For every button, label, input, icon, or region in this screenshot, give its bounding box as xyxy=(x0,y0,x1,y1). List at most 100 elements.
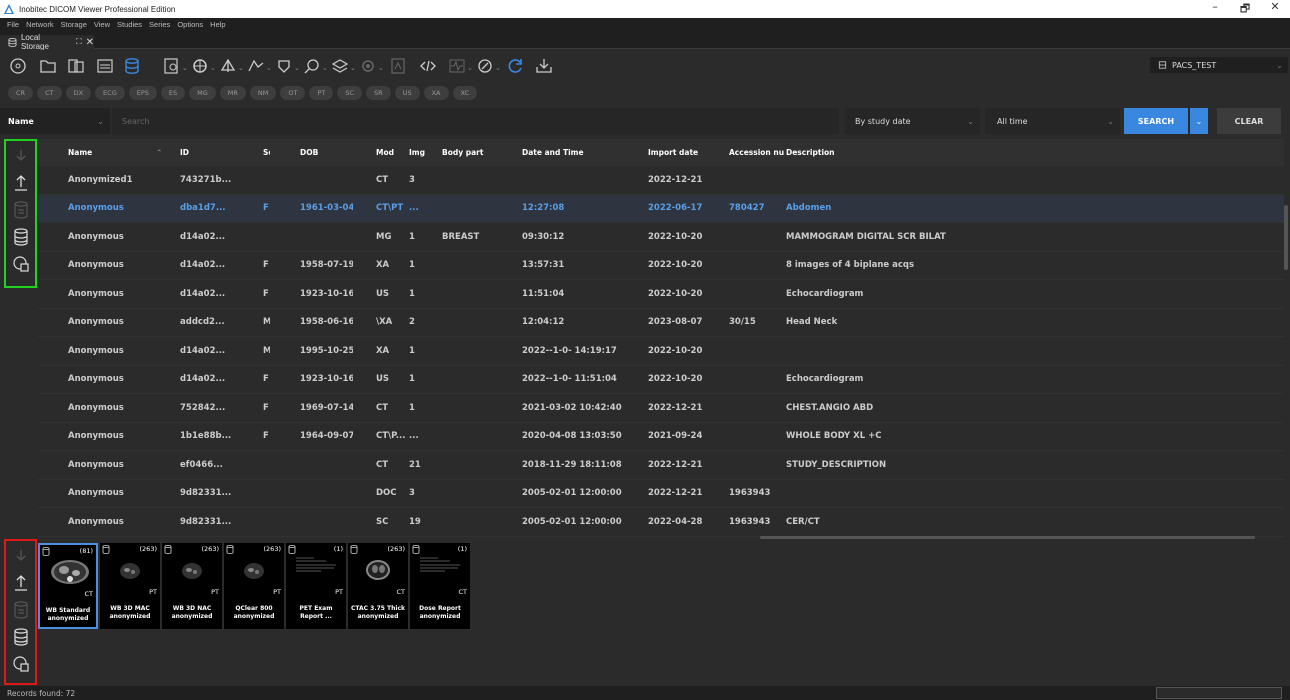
chevron-down-icon[interactable]: ⌄ xyxy=(322,64,328,72)
refresh-icon[interactable] xyxy=(506,56,526,76)
series-thumbnail[interactable]: (263) PT WB 3D MAC anonymized xyxy=(100,543,160,629)
modality-chip-ot[interactable]: OT xyxy=(280,86,306,100)
column-header-sex[interactable]: Sex xyxy=(240,148,270,157)
chevron-down-icon[interactable]: ⌄ xyxy=(210,64,216,72)
restore-button[interactable]: 🗗 xyxy=(1230,0,1260,19)
modality-chip-dx[interactable]: DX xyxy=(65,86,92,100)
download-button[interactable] xyxy=(9,544,33,568)
disc-icon[interactable] xyxy=(8,56,28,76)
menu-series[interactable]: Series xyxy=(149,20,170,29)
folder-icon[interactable] xyxy=(38,56,58,76)
menu-studies[interactable]: Studies xyxy=(117,20,142,29)
tab-local-storage[interactable]: Local Storage ⛶ ✕ xyxy=(0,33,94,51)
tab-close-button[interactable]: ✕ xyxy=(86,37,94,48)
modality-chip-sc[interactable]: SC xyxy=(337,86,363,100)
table-row[interactable]: Anonymous dba1d7... F 1961-03-04 CT\PT... 12:… xyxy=(38,194,1284,223)
settings-icon[interactable] xyxy=(358,56,378,76)
search-input[interactable]: Search xyxy=(112,108,839,134)
column-header-description[interactable]: Description xyxy=(786,148,1284,157)
search-series-icon[interactable] xyxy=(162,56,182,76)
export-icon[interactable] xyxy=(274,56,294,76)
download-button[interactable] xyxy=(9,144,33,168)
column-header-accession[interactable]: Accession nu xyxy=(729,148,786,157)
menu-network[interactable]: Network xyxy=(26,20,54,29)
menu-storage[interactable]: Storage xyxy=(61,20,87,29)
database-list-button[interactable] xyxy=(9,198,33,222)
table-row[interactable]: Anonymous 9d82331... SC 19 2005-02-01 12:00:… xyxy=(38,508,1284,537)
table-row[interactable]: Anonymous 1b1e88b... F 1964-09-07 CT\P......… xyxy=(38,423,1284,451)
modality-chip-mg[interactable]: MG xyxy=(189,86,216,100)
modality-chip-ecg[interactable]: ECG xyxy=(95,86,125,100)
column-header-id[interactable]: ID xyxy=(180,148,240,157)
anonymize-icon[interactable] xyxy=(246,56,266,76)
modality-chip-pt[interactable]: PT xyxy=(309,86,334,100)
modality-chip-sr[interactable]: SR xyxy=(366,86,391,100)
chevron-down-icon[interactable]: ⌄ xyxy=(238,64,244,72)
chevron-down-icon[interactable]: ⌄ xyxy=(182,64,188,72)
database-list-button[interactable] xyxy=(9,598,33,622)
chevron-down-icon[interactable]: ⌄ xyxy=(378,64,384,72)
chevron-down-icon[interactable]: ⌄ xyxy=(266,64,272,72)
plugin-icon[interactable] xyxy=(475,56,495,76)
table-row[interactable]: Anonymous d14a02... M 1995-10-25 XA 1 2022--1-… xyxy=(38,337,1284,366)
table-row[interactable]: Anonymous 9d82331... DOC 3 2005-02-01 12:00:… xyxy=(38,480,1284,508)
pdf-icon[interactable] xyxy=(388,56,408,76)
chevron-down-icon[interactable]: ⌄ xyxy=(350,64,356,72)
search-options-button[interactable]: ⌄ xyxy=(1190,108,1208,134)
modality-chip-mr[interactable]: MR xyxy=(219,86,246,100)
search-button[interactable]: SEARCH xyxy=(1124,108,1188,134)
table-horizontal-scrollbar[interactable] xyxy=(760,536,1255,539)
close-window-button[interactable]: ✕ xyxy=(1260,0,1290,19)
table-row[interactable]: Anonymized1 743271b... CT 3 2022-12-21 xyxy=(38,166,1284,195)
modality-chip-xa[interactable]: XA xyxy=(423,86,449,100)
chevron-down-icon[interactable]: ⌄ xyxy=(495,64,501,72)
modality-chip-cr[interactable]: CR xyxy=(8,86,34,100)
upload-button[interactable] xyxy=(9,171,33,195)
upload-button[interactable] xyxy=(9,571,33,595)
send-icon[interactable] xyxy=(218,56,238,76)
layers-icon[interactable] xyxy=(330,56,350,76)
time-range-select[interactable]: All time ⌄ xyxy=(985,108,1120,134)
column-header-body-part[interactable]: Body part xyxy=(442,148,522,157)
search-field-select[interactable]: Name ⌄ xyxy=(0,108,110,134)
modality-chip-ct[interactable]: CT xyxy=(37,86,62,100)
table-row[interactable]: Anonymous d14a02... F 1923-10-16 US 1 2022--1-… xyxy=(38,366,1284,394)
pacs-selector[interactable]: PACS_TEST ⌄ xyxy=(1150,57,1288,73)
copy-to-storage-button[interactable] xyxy=(9,652,33,676)
menu-view[interactable]: View xyxy=(94,20,110,29)
menu-options[interactable]: Options xyxy=(177,20,203,29)
column-header-name[interactable]: Name ⌃ xyxy=(38,148,180,157)
database-icon[interactable] xyxy=(122,56,142,76)
import-tray-icon[interactable] xyxy=(534,56,554,76)
database-button[interactable] xyxy=(9,225,33,249)
table-row[interactable]: Anonymous ef0466... CT 21 2018-11-29 18:11:0… xyxy=(38,451,1284,480)
series-thumbnail[interactable]: (81) CT WB Standard anonymized xyxy=(38,543,98,629)
table-row[interactable]: Anonymous d14a02... F 1958-07-19 XA 1 13:57:31… xyxy=(38,252,1284,280)
series-thumbnail[interactable]: (263) PT WB 3D NAC anonymized xyxy=(162,543,222,629)
column-header-mod[interactable]: Mod xyxy=(353,148,409,157)
menu-file[interactable]: File xyxy=(7,20,19,29)
open-files-icon[interactable] xyxy=(66,56,86,76)
table-vertical-scrollbar[interactable] xyxy=(1284,205,1288,270)
table-row[interactable]: Anonymous 752842... F 1969-07-14 CT 1 2021-03-… xyxy=(38,394,1284,423)
modality-chip-xc[interactable]: XC xyxy=(452,86,478,100)
series-thumbnail[interactable]: (1) CT Dose Report anonymized xyxy=(410,543,470,629)
modality-chip-es[interactable]: ES xyxy=(160,86,186,100)
chevron-down-icon[interactable]: ⌄ xyxy=(294,64,300,72)
date-type-select[interactable]: By study date ⌄ xyxy=(845,108,980,134)
table-row[interactable]: Anonymous d14a02... F 1923-10-16 US 1 11:51:04… xyxy=(38,280,1284,309)
network-query-icon[interactable] xyxy=(190,56,210,76)
table-row[interactable]: Anonymous d14a02... MG 1 BREAST 09:30:12 2022-… xyxy=(38,223,1284,252)
minimize-button[interactable]: – xyxy=(1200,0,1230,19)
series-thumbnail[interactable]: (1) PT PET Exam Report ... xyxy=(286,543,346,629)
menu-help[interactable]: Help xyxy=(210,20,225,29)
database-button[interactable] xyxy=(9,625,33,649)
column-header-datetime[interactable]: Date and Time xyxy=(522,148,648,157)
modality-chip-eps[interactable]: EPS xyxy=(128,86,157,100)
series-thumbnail[interactable]: (263) CT CTAC 3.75 Thick anonymized xyxy=(348,543,408,629)
column-header-dob[interactable]: DOB xyxy=(270,148,353,157)
dicomdir-icon[interactable] xyxy=(95,56,115,76)
code-icon[interactable] xyxy=(418,56,438,76)
undock-icon[interactable]: ⛶ xyxy=(76,37,82,47)
waveform-icon[interactable] xyxy=(447,56,467,76)
